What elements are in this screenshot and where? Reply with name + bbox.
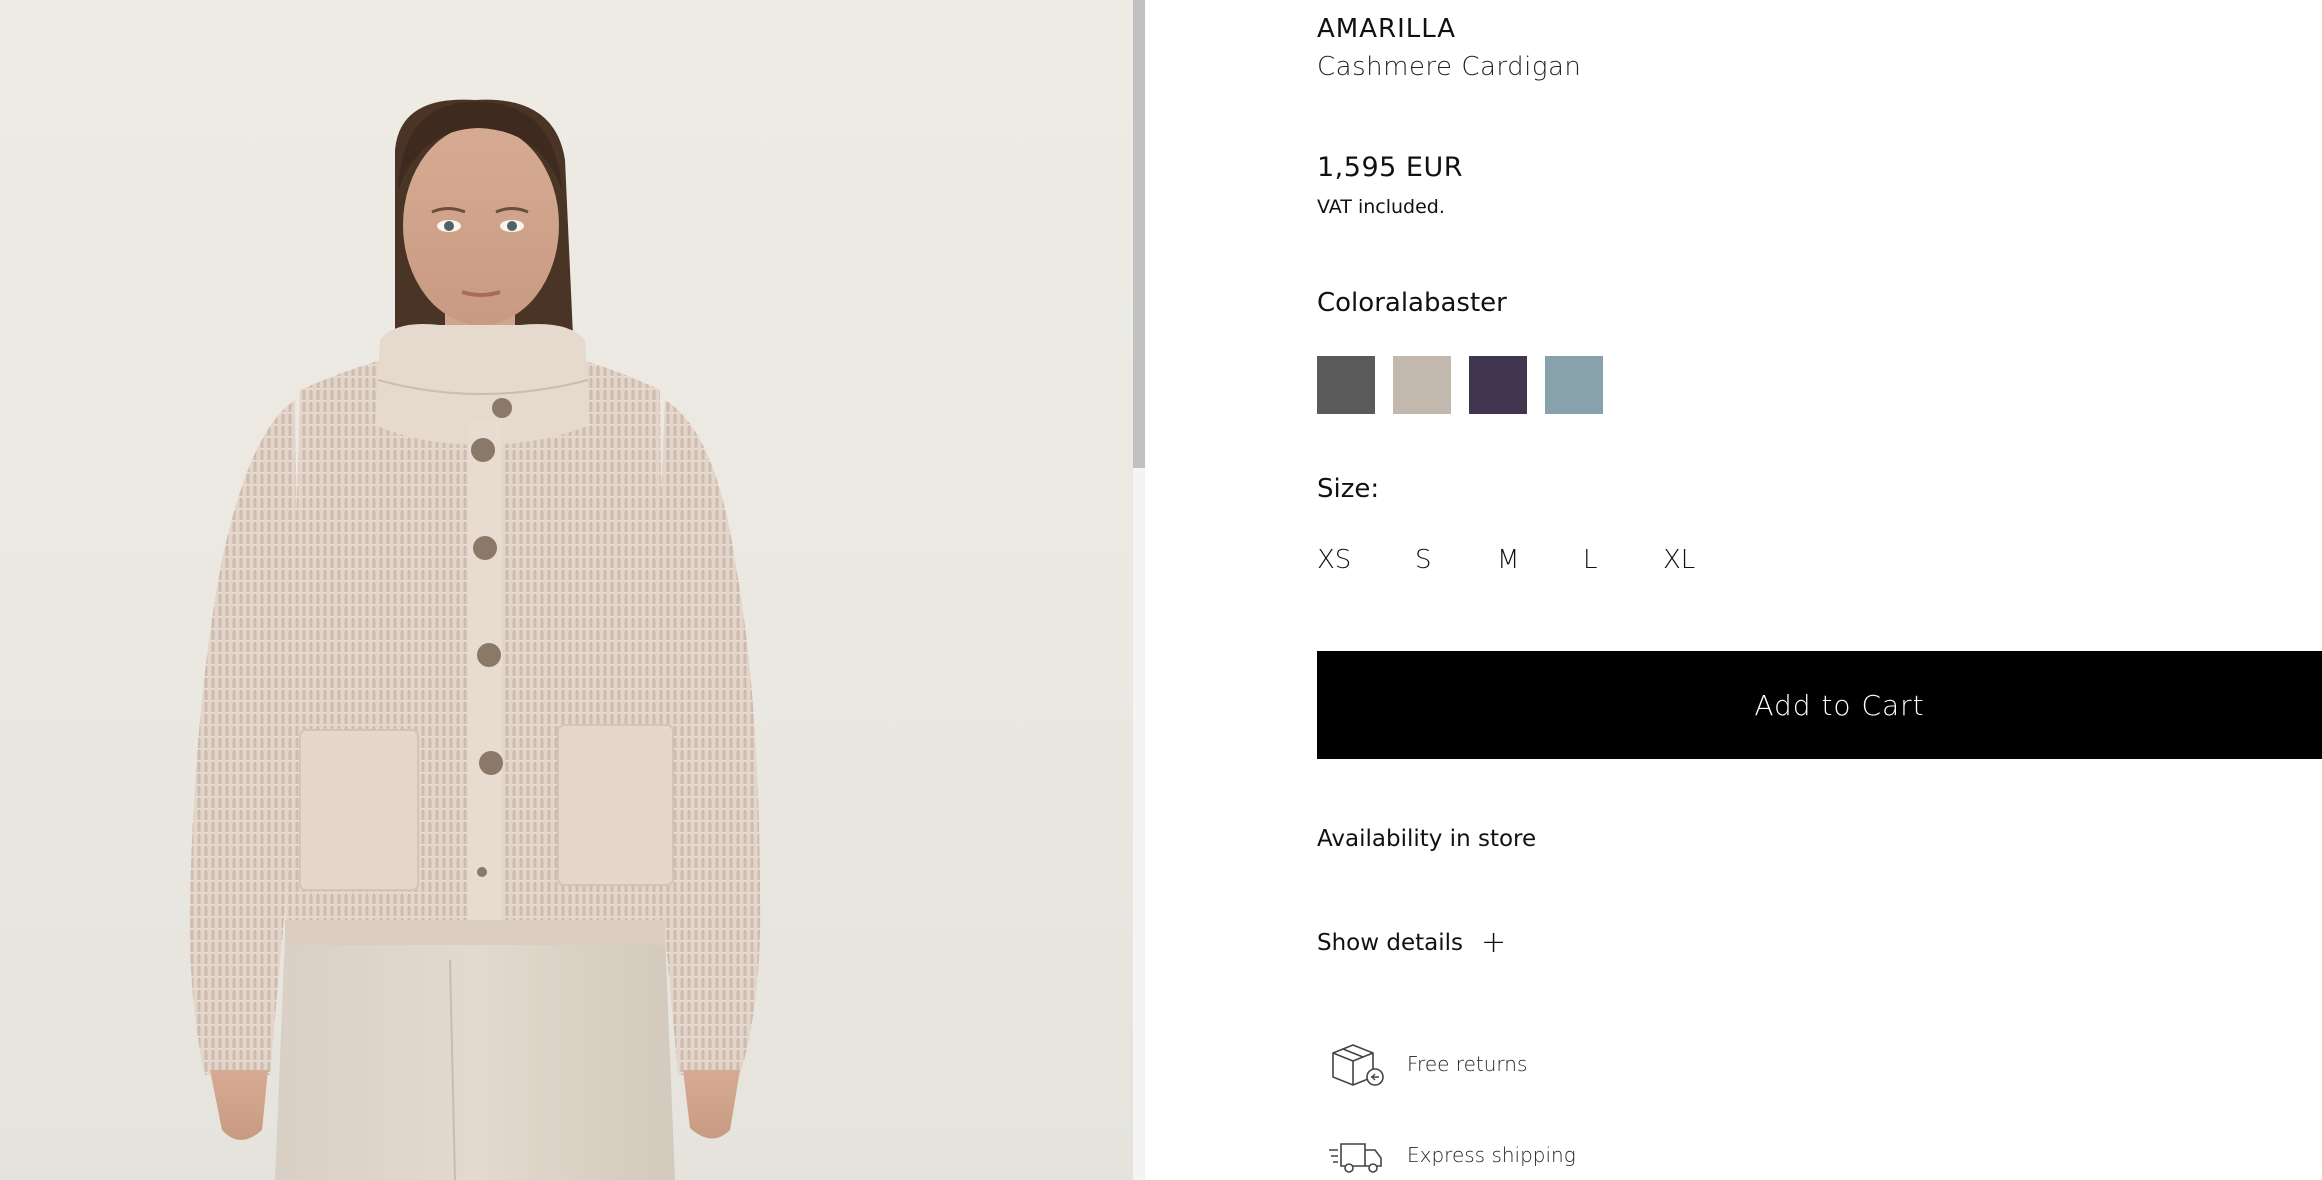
express-shipping-label: Express shipping: [1407, 1143, 1576, 1167]
product-image[interactable]: [0, 0, 1133, 1180]
show-details-label: Show details: [1317, 930, 1463, 956]
size-option-m[interactable]: M: [1497, 545, 1583, 575]
model-photo: [189, 99, 761, 1180]
product-page: AMARILLA Cashmere Cardigan 1,595 EUR VAT…: [0, 0, 2322, 1180]
swatch-aubergine[interactable]: [1469, 356, 1527, 414]
size-option-l[interactable]: L: [1583, 545, 1663, 575]
product-details: AMARILLA Cashmere Cardigan 1,595 EUR VAT…: [1317, 0, 2322, 1180]
free-returns-label: Free returns: [1407, 1052, 1528, 1076]
product-title: Cashmere Cardigan: [1317, 52, 1582, 82]
scrollbar-thumb[interactable]: [1133, 0, 1145, 468]
swatch-alabaster[interactable]: [1393, 356, 1451, 414]
show-details-toggle[interactable]: Show details +: [1317, 928, 1506, 958]
plus-icon: +: [1481, 925, 1507, 960]
size-selector: XS S M L XL: [1317, 545, 1723, 575]
product-price: 1,595 EUR: [1317, 152, 1463, 183]
swatch-dark-grey[interactable]: [1317, 356, 1375, 414]
box-return-icon: [1332, 1044, 1384, 1086]
size-label: Size:: [1317, 474, 1380, 504]
size-option-xl[interactable]: XL: [1663, 545, 1723, 575]
size-option-xs[interactable]: XS: [1317, 545, 1415, 575]
vat-note: VAT included.: [1317, 196, 1445, 218]
service-free-returns: Free returns: [1317, 1039, 1527, 1089]
swatch-blue-grey[interactable]: [1545, 356, 1603, 414]
size-option-s[interactable]: S: [1415, 545, 1497, 575]
add-to-cart-button[interactable]: Add to Cart: [1317, 651, 2322, 759]
color-swatches: [1317, 356, 1603, 414]
brand-name: AMARILLA: [1317, 14, 1457, 44]
delivery-truck-icon: [1329, 1143, 1382, 1173]
service-express-shipping: Express shipping: [1317, 1130, 1576, 1180]
availability-in-store-link[interactable]: Availability in store: [1317, 826, 1536, 852]
color-label: Coloralabaster: [1317, 288, 1507, 318]
